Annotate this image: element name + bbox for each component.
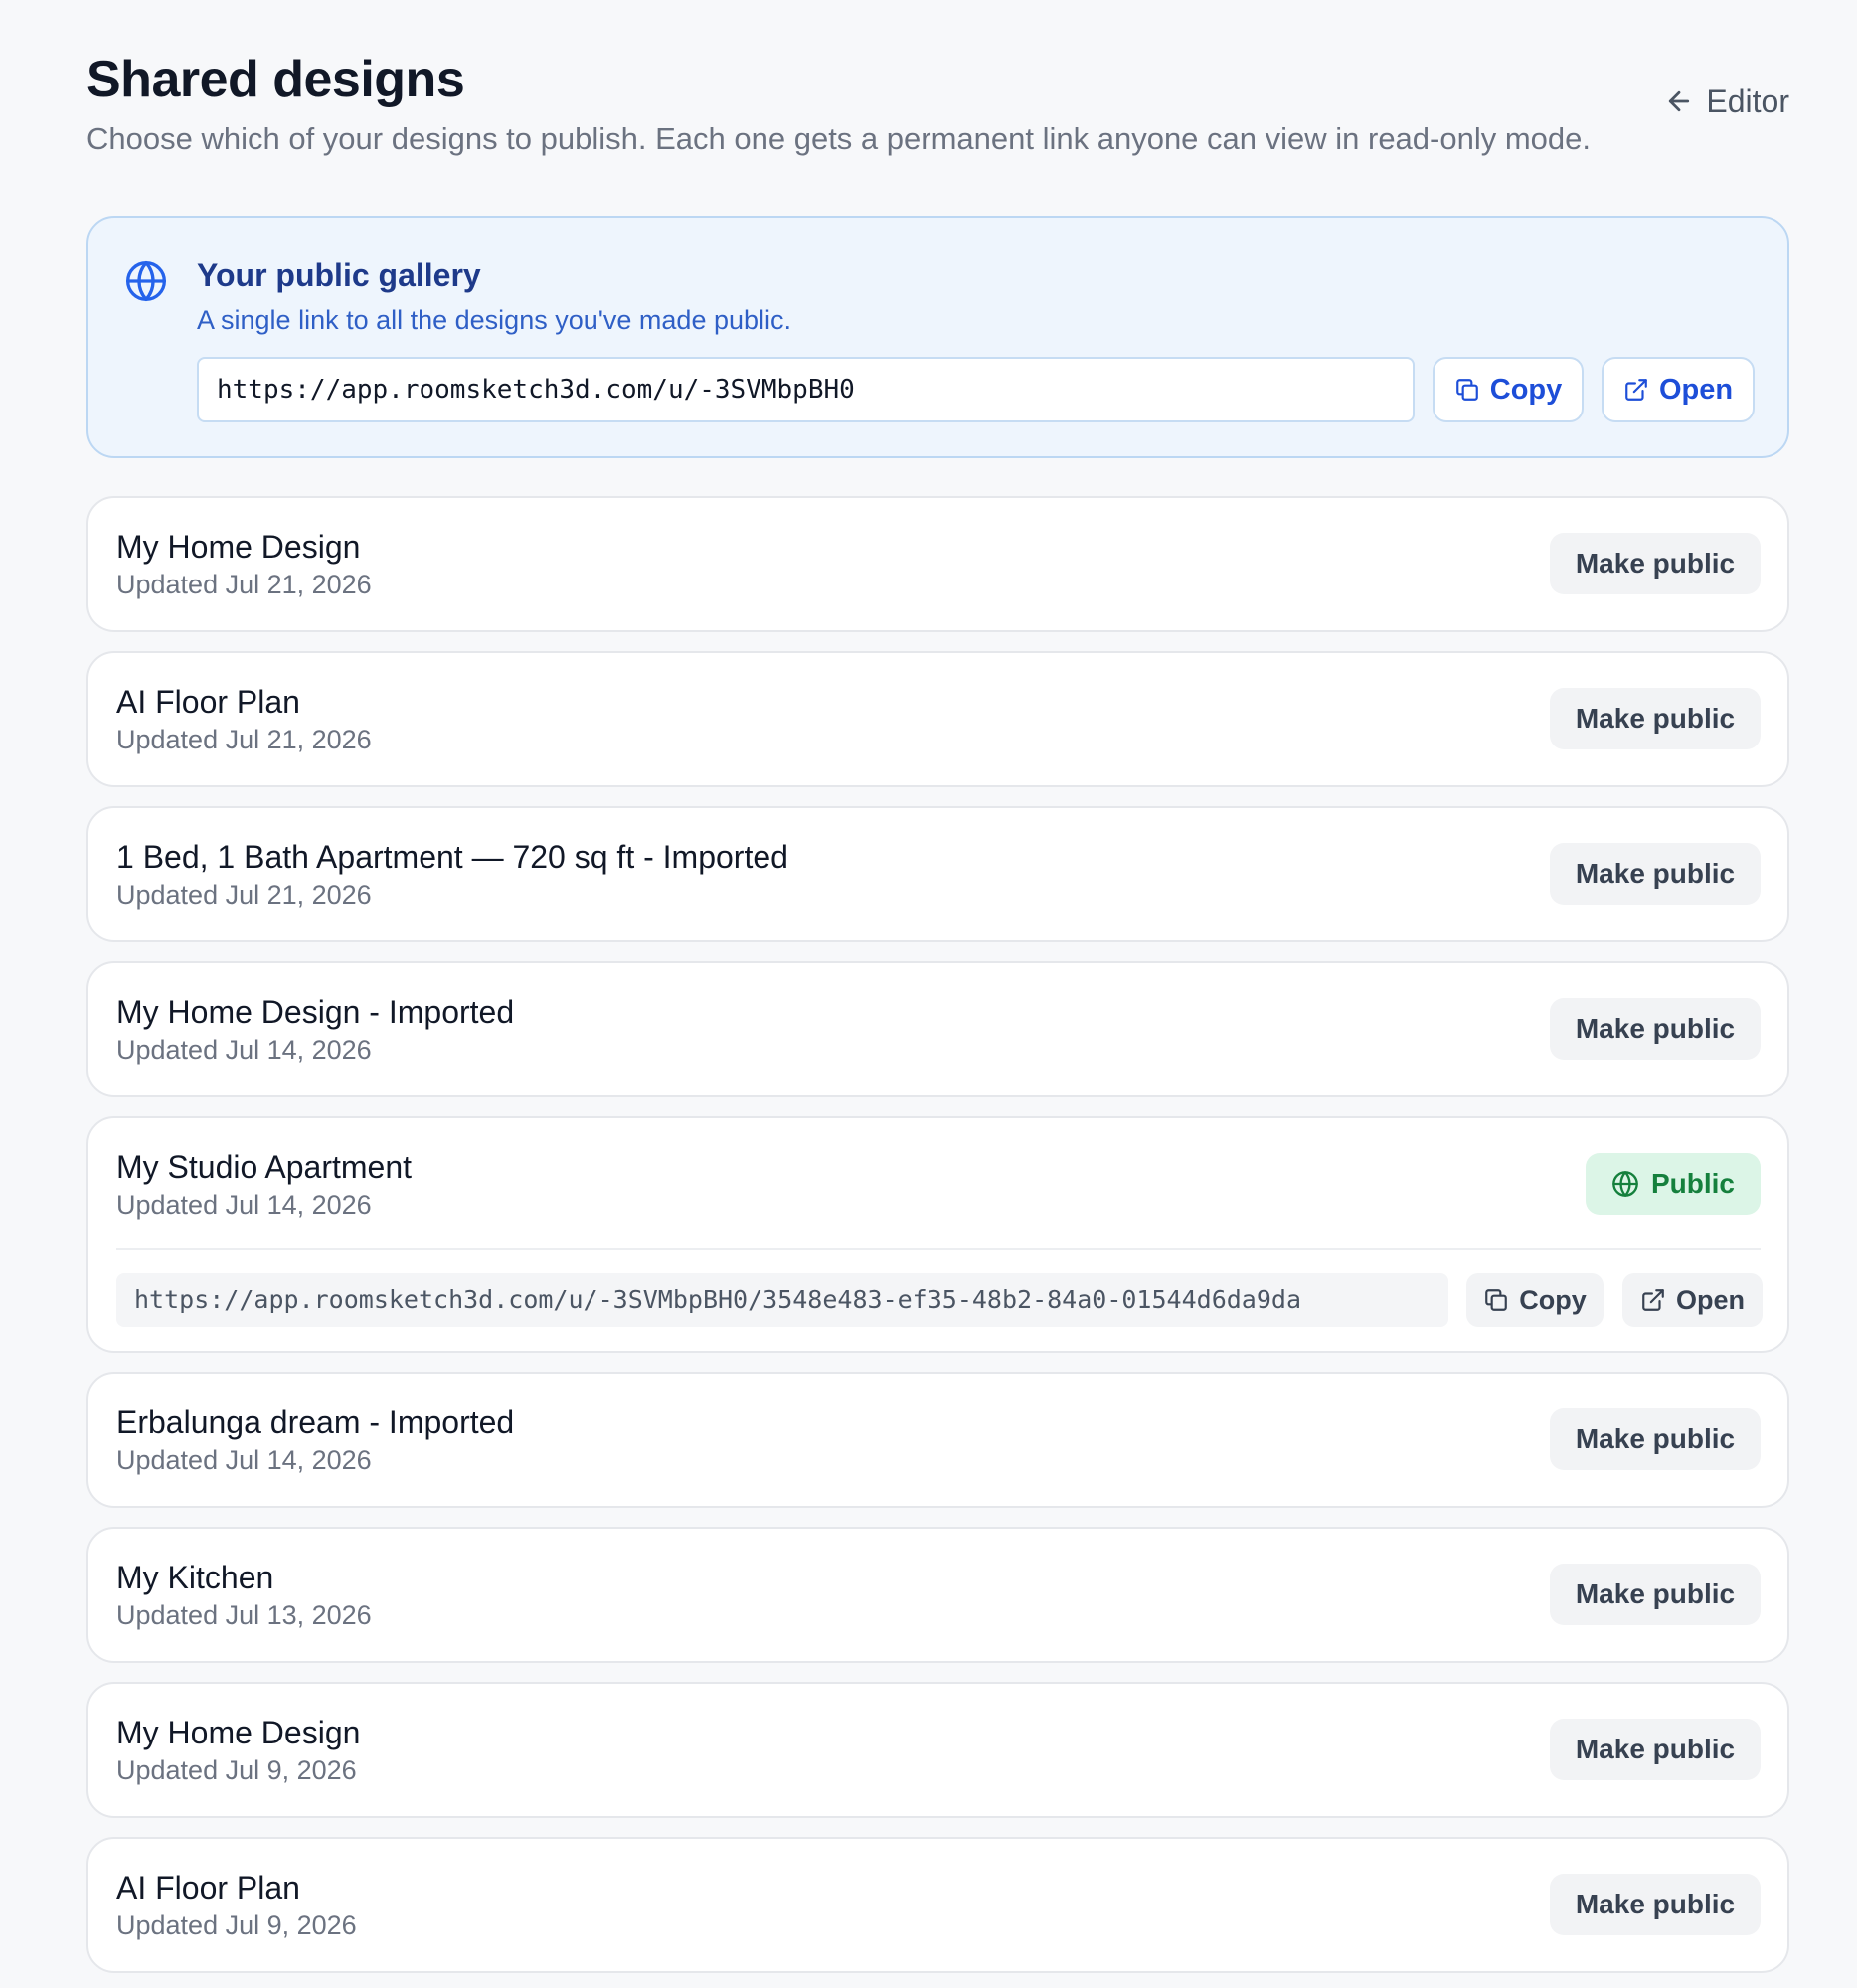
public-status-badge: Public <box>1586 1153 1761 1215</box>
design-copy-label: Copy <box>1519 1284 1587 1315</box>
make-public-button[interactable]: Make public <box>1550 1408 1761 1470</box>
make-public-button[interactable]: Make public <box>1550 533 1761 594</box>
gallery-open-label: Open <box>1658 373 1734 406</box>
design-card: AI Floor Plan Updated Jul 9, 2026 Make p… <box>86 1837 1789 1973</box>
divider <box>116 1248 1761 1250</box>
back-to-editor-label: Editor <box>1706 83 1789 119</box>
design-name: AI Floor Plan <box>116 1870 300 1905</box>
external-link-icon <box>1623 377 1649 403</box>
back-to-editor-link[interactable]: Editor <box>1664 82 1789 121</box>
make-public-button[interactable]: Make public <box>1550 843 1761 905</box>
design-updated-date: Updated Jul 14, 2026 <box>116 1445 372 1475</box>
gallery-copy-button[interactable]: Copy <box>1433 357 1584 422</box>
design-name: My Home Design <box>116 529 361 565</box>
design-card: AI Floor Plan Updated Jul 21, 2026 Make … <box>86 651 1789 787</box>
design-name: AI Floor Plan <box>116 684 300 720</box>
design-updated-date: Updated Jul 9, 2026 <box>116 1910 357 1940</box>
design-updated-date: Updated Jul 14, 2026 <box>116 1190 372 1220</box>
design-card: My Home Design Updated Jul 9, 2026 Make … <box>86 1682 1789 1818</box>
gallery-open-button[interactable]: Open <box>1602 357 1755 422</box>
external-link-icon <box>1640 1287 1666 1313</box>
public-gallery-panel: Your public gallery A single link to all… <box>86 216 1789 458</box>
page-header: Shared designs Choose which of your desi… <box>86 0 1789 217</box>
gallery-url-field[interactable]: https://app.roomsketch3d.com/u/-3SVMbpBH… <box>197 357 1415 422</box>
design-updated-date: Updated Jul 14, 2026 <box>116 1035 372 1065</box>
design-name: My Kitchen <box>116 1560 274 1595</box>
design-updated-date: Updated Jul 9, 2026 <box>116 1755 357 1785</box>
copy-icon <box>1454 377 1480 403</box>
design-updated-date: Updated Jul 21, 2026 <box>116 725 372 754</box>
design-card: My Kitchen Updated Jul 13, 2026 Make pub… <box>86 1527 1789 1663</box>
make-public-button[interactable]: Make public <box>1550 1719 1761 1780</box>
design-name: 1 Bed, 1 Bath Apartment — 720 sq ft - Im… <box>116 839 788 875</box>
gallery-title: Your public gallery <box>197 257 481 293</box>
make-public-button[interactable]: Make public <box>1550 1564 1761 1625</box>
arrow-left-icon <box>1664 86 1694 116</box>
shared-designs-page: Shared designs Choose which of your desi… <box>86 0 1789 1973</box>
gallery-copy-label: Copy <box>1489 373 1563 406</box>
design-open-button[interactable]: Open <box>1622 1273 1763 1327</box>
globe-icon <box>1611 1170 1639 1198</box>
make-public-button[interactable]: Make public <box>1550 998 1761 1060</box>
design-updated-date: Updated Jul 13, 2026 <box>116 1600 372 1630</box>
globe-icon <box>124 259 168 303</box>
copy-icon <box>1483 1287 1509 1313</box>
design-card: My Home Design Updated Jul 21, 2026 Make… <box>86 496 1789 632</box>
make-public-button[interactable]: Make public <box>1550 688 1761 749</box>
design-open-label: Open <box>1675 1284 1745 1315</box>
design-name: My Studio Apartment <box>116 1149 413 1185</box>
design-card-public: My Studio Apartment Updated Jul 14, 2026… <box>86 1116 1789 1353</box>
design-updated-date: Updated Jul 21, 2026 <box>116 880 372 910</box>
design-name: My Home Design - Imported <box>116 994 515 1030</box>
design-name: Erbalunga dream - Imported <box>116 1405 515 1440</box>
design-card: 1 Bed, 1 Bath Apartment — 720 sq ft - Im… <box>86 806 1789 942</box>
design-card: My Home Design - Imported Updated Jul 14… <box>86 961 1789 1097</box>
design-copy-button[interactable]: Copy <box>1466 1273 1604 1327</box>
make-public-button[interactable]: Make public <box>1550 1874 1761 1935</box>
page-subtitle: Choose which of your designs to publish.… <box>86 121 1592 156</box>
design-share-link-field[interactable]: https://app.roomsketch3d.com/u/-3SVMbpBH… <box>116 1273 1448 1327</box>
design-name: My Home Design <box>116 1715 361 1750</box>
page-title: Shared designs <box>86 51 465 108</box>
gallery-description: A single link to all the designs you've … <box>197 305 792 335</box>
public-status-label: Public <box>1650 1168 1735 1199</box>
design-card: Erbalunga dream - Imported Updated Jul 1… <box>86 1372 1789 1508</box>
design-updated-date: Updated Jul 21, 2026 <box>116 570 372 599</box>
